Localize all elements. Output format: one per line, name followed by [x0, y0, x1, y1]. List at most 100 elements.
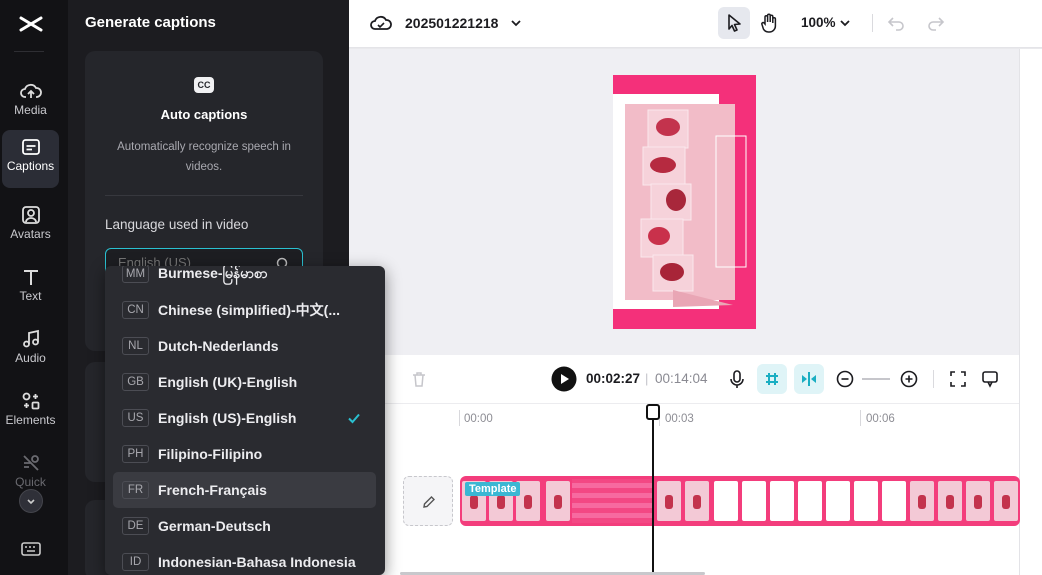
language-option-nl[interactable]: NL Dutch-Nederlands: [113, 328, 376, 364]
project-name[interactable]: 202501221218: [405, 15, 498, 31]
language-name: Indonesian-Bahasa Indonesia: [158, 554, 356, 570]
language-option-id[interactable]: ID Indonesian-Bahasa Indonesia: [113, 544, 376, 575]
right-side-panel: [1019, 49, 1042, 575]
zoom-level[interactable]: 100%: [801, 15, 836, 30]
language-name: Dutch-Nederlands: [158, 338, 279, 354]
rail-item-text[interactable]: Text: [2, 260, 59, 318]
rail-divider: [14, 51, 44, 52]
clip-frame: [826, 481, 850, 521]
clip-frame: [938, 481, 962, 521]
ruler-top-border: [349, 403, 1019, 404]
trash-icon[interactable]: [410, 370, 428, 388]
split-view-button[interactable]: [794, 364, 824, 394]
language-label: Language used in video: [105, 217, 249, 232]
cloud-upload-icon: [19, 83, 42, 98]
hand-tool-button[interactable]: [753, 7, 785, 39]
clip-frame: [714, 481, 738, 521]
clip-frame: [657, 481, 681, 521]
clip-frame: [994, 481, 1018, 521]
pencil-icon: [423, 496, 435, 508]
cc-icon: CC: [194, 77, 214, 93]
language-name: English (UK)-English: [158, 374, 298, 390]
language-option-us[interactable]: US English (US)-English: [113, 400, 376, 436]
select-tool-button[interactable]: [718, 7, 750, 39]
redo-icon[interactable]: [926, 13, 946, 33]
elements-icon: [22, 392, 39, 410]
rail-label-audio: Audio: [15, 351, 46, 365]
video-track-clip[interactable]: [460, 476, 1020, 526]
split-icon: [802, 372, 816, 386]
zoom-chevron-icon[interactable]: [838, 16, 852, 30]
language-dropdown: MM Burmese-မြန်မာစာ CN Chinese (simplifi…: [105, 266, 385, 575]
hand-icon: [761, 13, 777, 33]
rail-more-button[interactable]: [19, 489, 43, 513]
playhead-handle[interactable]: [646, 404, 660, 420]
rail-item-audio[interactable]: Audio: [2, 322, 59, 380]
card-divider: [105, 195, 303, 196]
current-time: 00:02:27: [586, 371, 641, 386]
language-name: Burmese-မြန်မာစာ: [158, 266, 268, 281]
rail-item-media[interactable]: Media: [2, 74, 59, 132]
clip-frame: [770, 481, 794, 521]
language-code: CN: [122, 301, 149, 319]
auto-snap-button[interactable]: [757, 364, 787, 394]
clip-frame: [910, 481, 934, 521]
zoom-in-icon[interactable]: [899, 369, 919, 389]
total-time: 00:14:04: [655, 371, 708, 386]
clip-frame: [966, 481, 990, 521]
rail-label-media: Media: [14, 103, 47, 117]
ruler-label: 00:03: [665, 413, 694, 425]
rail-label-elements: Elements: [5, 413, 56, 427]
rail-item-captions[interactable]: Captions: [2, 130, 59, 188]
feedback-icon[interactable]: [980, 369, 1000, 389]
avatar-icon: [21, 206, 40, 224]
playhead-line[interactable]: [652, 412, 654, 575]
clip-frame: [854, 481, 878, 521]
keyboard-icon[interactable]: [20, 540, 42, 558]
language-name: French-Français: [158, 482, 267, 498]
language-name: Chinese (simplified)-中文(...: [158, 302, 341, 318]
language-option-mm[interactable]: MM Burmese-မြန်မာစာ: [113, 266, 376, 292]
clip-frame: [882, 481, 906, 521]
language-code: NL: [122, 337, 149, 355]
language-option-ph[interactable]: PH Filipino-Filipino: [113, 436, 376, 472]
rail-item-elements[interactable]: Elements: [2, 384, 59, 442]
microphone-icon[interactable]: [727, 369, 747, 389]
chevron-down-icon: [27, 499, 35, 505]
cover-edit-button[interactable]: [403, 476, 453, 526]
language-option-fr[interactable]: FR French-Français: [113, 472, 376, 508]
clip-frame: [685, 481, 709, 521]
language-name: German-Deutsch: [158, 518, 271, 534]
video-preview-image[interactable]: [613, 75, 756, 329]
capcut-logo[interactable]: [17, 10, 45, 38]
language-code: ID: [122, 553, 149, 571]
language-code: US: [122, 409, 149, 427]
ruler-label: 00:06: [866, 413, 895, 425]
play-button[interactable]: [551, 366, 577, 392]
auto-captions-description: Automatically recognize speech in videos…: [117, 141, 291, 173]
language-option-gb[interactable]: GB English (UK)-English: [113, 364, 376, 400]
ruler-tick: [860, 410, 861, 426]
language-option-de[interactable]: DE German-Deutsch: [113, 508, 376, 544]
fullscreen-icon[interactable]: [948, 369, 968, 389]
rail-item-avatars[interactable]: Avatars: [2, 198, 59, 256]
language-code: FR: [122, 481, 149, 499]
chevron-down-icon[interactable]: [509, 16, 523, 30]
undo-icon[interactable]: [886, 13, 906, 33]
captions-icon: [21, 139, 40, 155]
ruler-tick: [459, 410, 460, 426]
zoom-slider[interactable]: [862, 378, 890, 380]
clip-frame: [742, 481, 766, 521]
text-icon: [23, 270, 38, 285]
clip-frame: [546, 481, 570, 521]
language-code: GB: [122, 373, 149, 391]
rail-label-captions: Captions: [6, 159, 55, 173]
preview-canvas: [349, 49, 1019, 355]
time-separator: |: [645, 371, 649, 386]
zoom-out-icon[interactable]: [835, 369, 855, 389]
cloud-sync-icon[interactable]: [370, 13, 392, 33]
clip-frame: [798, 481, 822, 521]
auto-captions-title: Auto captions: [160, 107, 248, 122]
language-option-cn[interactable]: CN Chinese (simplified)-中文(...: [113, 292, 376, 328]
language-code: PH: [122, 445, 149, 463]
